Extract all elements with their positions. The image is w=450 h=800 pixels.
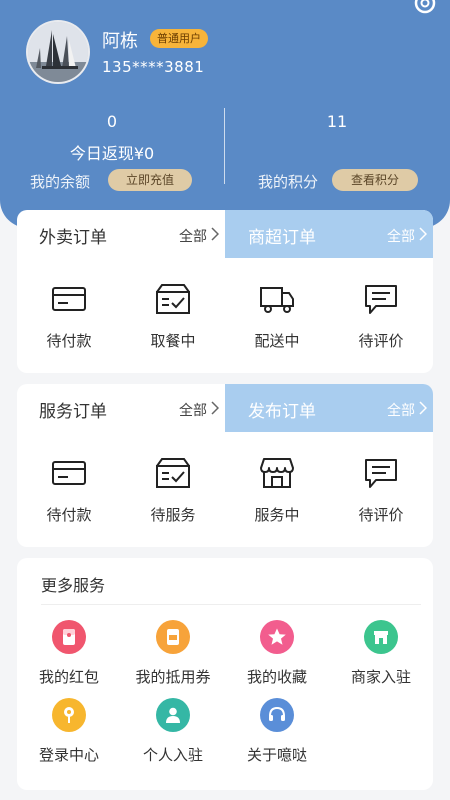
my-red-packets-item[interactable]: 我的红包 [17, 620, 121, 690]
red-packet-icon [52, 620, 86, 654]
item-label: 我的抵用券 [135, 668, 211, 686]
item-label: 待评价 [358, 332, 404, 350]
avatar[interactable] [26, 20, 90, 84]
awaiting-service-item[interactable]: 待服务 [121, 456, 225, 536]
tab-title: 商超订单 [248, 228, 316, 248]
chevron-right-icon [419, 401, 427, 415]
card-icon [52, 287, 86, 311]
balance-label: 我的余额 [30, 173, 91, 191]
view-all-link[interactable]: 全部 [179, 400, 207, 420]
item-label: 待付款 [46, 332, 92, 350]
tab-title: 外卖订单 [39, 228, 107, 248]
headset-icon [260, 698, 294, 732]
tab-published-orders[interactable]: 发布订单 全部 [225, 384, 433, 432]
tab-takeout-orders[interactable]: 外卖订单 全部 [17, 210, 225, 258]
coupon-icon [156, 620, 190, 654]
divider [41, 604, 421, 605]
pending-payment-item[interactable]: 待付款 [17, 456, 121, 536]
chevron-right-icon [419, 227, 427, 241]
item-label: 关于噫哒 [246, 746, 307, 764]
stats-divider [224, 108, 225, 184]
tab-service-orders[interactable]: 服务订单 全部 [17, 384, 225, 432]
box-check-icon [156, 458, 190, 488]
merchant-join-item[interactable]: 商家入驻 [329, 620, 433, 690]
truck-icon [260, 287, 294, 313]
delivering-item[interactable]: 配送中 [225, 282, 329, 362]
star-icon [260, 620, 294, 654]
person-icon [156, 698, 190, 732]
card-icon [52, 461, 86, 485]
cashback-text: 今日返现¥0 [69, 144, 155, 163]
shop-icon [364, 620, 398, 654]
pending-payment-item[interactable]: 待付款 [17, 282, 121, 362]
points-label: 我的积分 [258, 173, 319, 191]
item-label: 商家入驻 [350, 668, 411, 686]
chat-icon [365, 285, 397, 314]
tab-supermarket-orders[interactable]: 商超订单 全部 [225, 210, 433, 258]
service-tabs: 服务订单 全部 发布订单 全部 [17, 384, 433, 432]
in-service-item[interactable]: 服务中 [225, 456, 329, 536]
login-center-item[interactable]: 登录中心 [17, 698, 121, 768]
points-value: 11 [326, 112, 348, 131]
about-item[interactable]: 关于噫哒 [225, 698, 329, 768]
user-phone: 135****3881 [102, 58, 205, 76]
member-level-badge: 普通用户 [150, 29, 208, 48]
view-all-link[interactable]: 全部 [387, 226, 415, 246]
delivery-orders-card: 外卖订单 全部 商超订单 全部 待付款 取餐中 配送中 待评价 [17, 210, 433, 373]
picking-up-item[interactable]: 取餐中 [121, 282, 225, 362]
box-check-icon [156, 284, 190, 314]
view-points-button[interactable]: 查看积分 [332, 169, 418, 191]
gear-icon[interactable] [412, 0, 438, 16]
chevron-right-icon [211, 401, 219, 415]
chat-icon [365, 459, 397, 488]
profile-header: 阿栋 普通用户 135****3881 0 今日返现¥0 我的余额 立即充值 1… [0, 0, 450, 228]
balance-value: 0 [106, 112, 118, 131]
more-services-card: 更多服务 我的红包 我的抵用券 我的收藏 商家入驻 登录中心 个人入驻 关于噫哒 [17, 558, 433, 790]
item-label: 个人入驻 [142, 746, 203, 764]
item-label: 我的红包 [38, 668, 99, 686]
sailboat-photo-icon [28, 22, 88, 82]
tab-title: 服务订单 [39, 402, 107, 422]
tab-title: 发布订单 [248, 402, 316, 422]
location-pin-icon [52, 698, 86, 732]
item-label: 待付款 [46, 506, 92, 524]
order-status-row: 待付款 取餐中 配送中 待评价 [17, 282, 433, 362]
order-tabs: 外卖订单 全部 商超订单 全部 [17, 210, 433, 258]
recharge-button[interactable]: 立即充值 [108, 169, 192, 191]
chevron-right-icon [211, 227, 219, 241]
pending-review-item[interactable]: 待评价 [329, 456, 433, 536]
item-label: 待服务 [150, 506, 196, 524]
view-all-link[interactable]: 全部 [179, 226, 207, 246]
item-label: 服务中 [254, 506, 300, 524]
item-label: 取餐中 [150, 332, 196, 350]
item-label: 登录中心 [38, 746, 99, 764]
item-label: 待评价 [358, 506, 404, 524]
user-name: 阿栋 [102, 31, 138, 52]
pending-review-item[interactable]: 待评价 [329, 282, 433, 362]
more-services-title: 更多服务 [41, 576, 106, 595]
my-favorites-item[interactable]: 我的收藏 [225, 620, 329, 690]
personal-join-item[interactable]: 个人入驻 [121, 698, 225, 768]
item-label: 配送中 [254, 332, 300, 350]
service-orders-card: 服务订单 全部 发布订单 全部 待付款 待服务 服务中 待评价 [17, 384, 433, 547]
my-coupons-item[interactable]: 我的抵用券 [121, 620, 225, 690]
item-label: 我的收藏 [246, 668, 307, 686]
service-status-row: 待付款 待服务 服务中 待评价 [17, 456, 433, 536]
view-all-link[interactable]: 全部 [387, 400, 415, 420]
store-icon [260, 458, 294, 488]
